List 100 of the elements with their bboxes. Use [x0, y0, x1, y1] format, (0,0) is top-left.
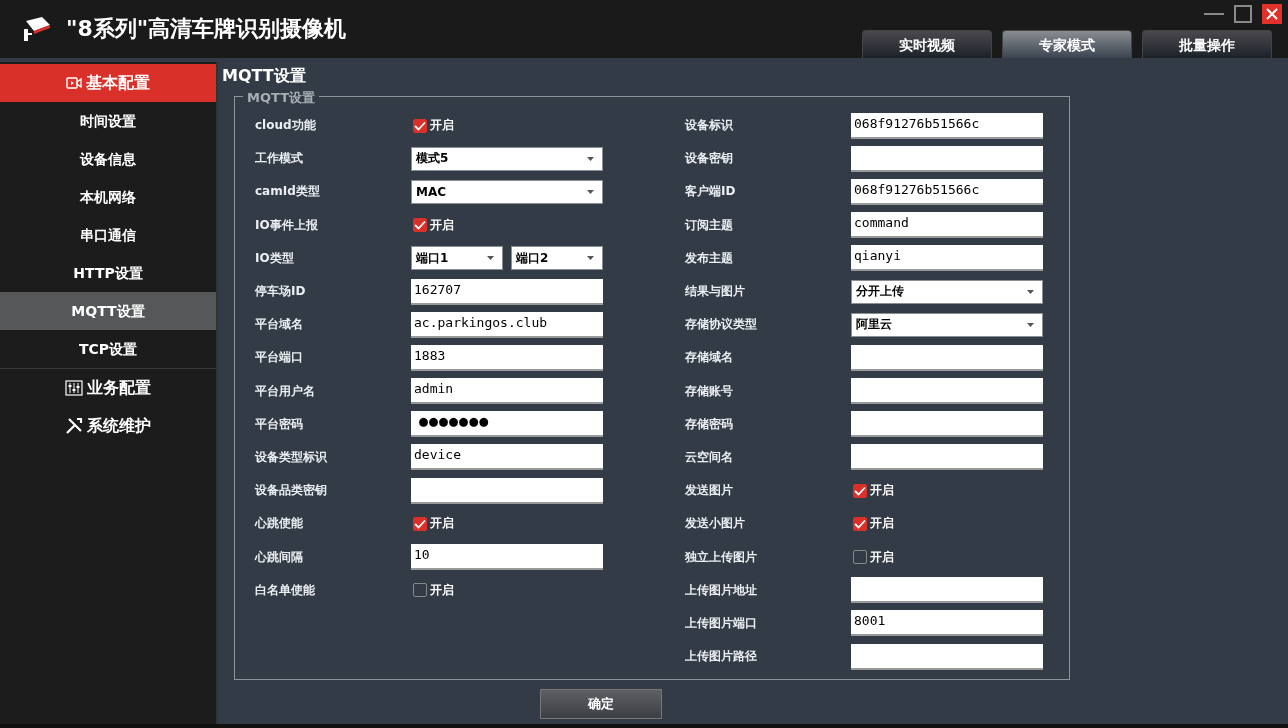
dropdown[interactable]: 端口1 [411, 246, 503, 271]
dropdown[interactable]: 阿里云 [851, 312, 1043, 337]
input-field[interactable]: qianyi [851, 245, 1043, 272]
checkbox-label: 开启 [430, 117, 454, 135]
tab[interactable]: 批量操作 [1142, 30, 1272, 58]
field-label: 平台域名 [255, 316, 304, 334]
field-label: 存储密码 [685, 415, 734, 433]
sidebar-item[interactable]: HTTP设置 [0, 254, 216, 292]
checkbox[interactable] [413, 118, 427, 133]
field-label: 上传图片路径 [685, 648, 758, 666]
checkbox[interactable] [413, 583, 427, 598]
field-label: 心跳使能 [255, 515, 304, 533]
dropdown[interactable]: 模式5 [411, 146, 603, 171]
field-label: 设备品类密钥 [255, 482, 328, 500]
field-label: 订阅主题 [685, 216, 734, 234]
checkbox[interactable] [413, 218, 427, 233]
field-label: 发送图片 [685, 482, 734, 500]
maximize-icon[interactable] [1234, 5, 1252, 23]
checkbox[interactable] [853, 550, 867, 565]
caret-icon [1027, 289, 1034, 294]
sidebar-item[interactable]: MQTT设置 [0, 292, 216, 330]
caret-icon [1027, 322, 1034, 327]
field-label: 上传图片端口 [685, 614, 758, 632]
field-label: 设备标识 [685, 117, 734, 135]
input-field[interactable]: 10 [411, 544, 603, 571]
field-label: 结果与图片 [685, 283, 746, 301]
field-label: cloud功能 [255, 117, 317, 135]
field-label: 工作模式 [255, 150, 304, 168]
close-icon[interactable] [1262, 4, 1282, 24]
input-field[interactable]: 1883 [411, 344, 603, 371]
field-label: 设备密钥 [685, 150, 734, 168]
password-field[interactable]: ●●●●●●● [411, 411, 603, 438]
tab[interactable]: 实时视频 [862, 30, 992, 58]
checkbox-label: 开启 [430, 581, 454, 599]
field-label: IO类型 [255, 249, 295, 267]
confirm-button[interactable]: 确定 [540, 689, 662, 719]
input-field[interactable] [851, 378, 1043, 405]
input-field[interactable] [851, 444, 1043, 471]
caret-icon [487, 256, 494, 261]
input-field[interactable]: 8001 [851, 610, 1043, 637]
checkbox[interactable] [853, 516, 867, 531]
sidebar-section[interactable]: 基本配置 [0, 64, 216, 102]
window-title: "8系列"高清车牌识别摄像机 [66, 15, 347, 43]
sidebar-item[interactable]: TCP设置 [0, 330, 216, 368]
checkbox-label: 开启 [870, 548, 894, 566]
input-field[interactable] [411, 477, 603, 504]
input-field[interactable]: ac.parkingos.club [411, 311, 603, 338]
checkbox-label: 开启 [870, 515, 894, 533]
field-label: 平台用户名 [255, 382, 316, 400]
input-field[interactable]: 068f91276b51566c [851, 112, 1043, 139]
field-label: 心跳间隔 [255, 548, 304, 566]
sidebar-item[interactable]: 串口通信 [0, 216, 216, 254]
input-field[interactable]: device [411, 444, 603, 471]
sidebar-item[interactable]: 时间设置 [0, 102, 216, 140]
field-label: 客户端ID [685, 183, 737, 201]
field-label: 发布主题 [685, 249, 734, 267]
checkbox-label: 开启 [870, 482, 894, 500]
field-label: 上传图片地址 [685, 581, 758, 599]
input-field[interactable]: 162707 [411, 278, 603, 305]
dropdown[interactable]: 端口2 [511, 246, 603, 271]
input-field[interactable]: 068f91276b51566c [851, 178, 1043, 205]
sidebar-item[interactable]: 本机网络 [0, 178, 216, 216]
field-label: 白名单使能 [255, 581, 316, 599]
input-field[interactable] [851, 577, 1043, 604]
field-label: 发送小图片 [685, 515, 746, 533]
camera-icon [22, 15, 52, 43]
input-field[interactable] [851, 643, 1043, 670]
field-label: 存储账号 [685, 382, 734, 400]
sidebar-section[interactable]: 系统维护 [0, 407, 216, 445]
field-label: camId类型 [255, 183, 321, 201]
video-icon [66, 76, 82, 90]
field-label: 平台端口 [255, 349, 304, 367]
page-title: MQTT设置 [222, 66, 307, 87]
input-field[interactable] [851, 344, 1043, 371]
field-label: 存储域名 [685, 349, 734, 367]
field-label: 停车场ID [255, 283, 307, 301]
checkbox-label: 开启 [430, 515, 454, 533]
caret-icon [587, 156, 594, 161]
field-label: IO事件上报 [255, 216, 319, 234]
field-label: 存储协议类型 [685, 316, 758, 334]
tab[interactable]: 专家模式 [1002, 30, 1132, 58]
checkbox[interactable] [853, 483, 867, 498]
checkbox[interactable] [413, 516, 427, 531]
field-label: 云空间名 [685, 448, 734, 466]
dropdown[interactable]: MAC [411, 179, 603, 204]
dropdown[interactable]: 分开上传 [851, 279, 1043, 304]
checkbox-label: 开启 [430, 216, 454, 234]
tools-icon [65, 417, 83, 435]
sliders-icon [65, 380, 83, 396]
sidebar-item[interactable]: 设备信息 [0, 140, 216, 178]
sidebar-section[interactable]: 业务配置 [0, 369, 216, 407]
caret-icon [587, 256, 594, 261]
caret-icon [587, 189, 594, 194]
input-field[interactable] [851, 145, 1043, 172]
field-label: 独立上传图片 [685, 548, 758, 566]
field-label: 设备类型标识 [255, 448, 328, 466]
input-field[interactable]: command [851, 212, 1043, 239]
input-field[interactable] [851, 411, 1043, 438]
field-label: 平台密码 [255, 415, 304, 433]
input-field[interactable]: admin [411, 378, 603, 405]
